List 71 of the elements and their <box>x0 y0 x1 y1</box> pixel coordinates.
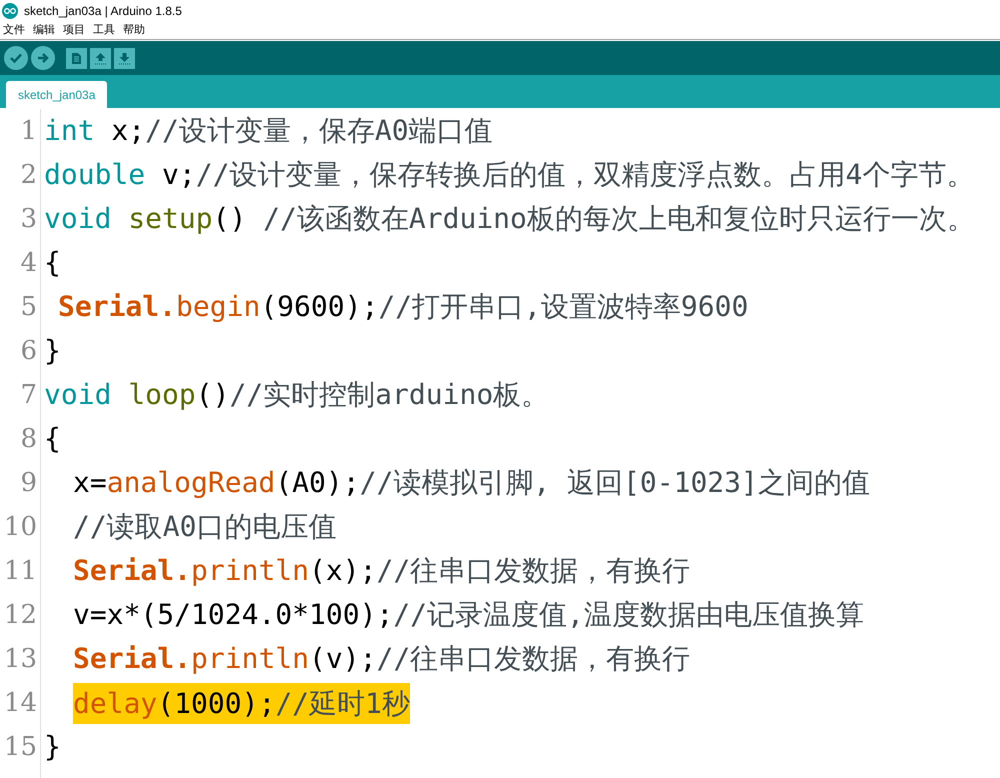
line-number: 4 <box>20 247 37 280</box>
code-token: //实时控制arduino板。 <box>229 377 550 413</box>
code-token: println <box>191 641 310 677</box>
code-token: int <box>44 113 95 149</box>
code-token: begin <box>176 289 260 325</box>
code-token: //延时1秒 <box>275 686 410 722</box>
arrow-button[interactable] <box>31 46 55 70</box>
code-token: x; <box>110 113 146 149</box>
code-token: (v); <box>309 641 376 677</box>
code-token: (x); <box>309 553 376 589</box>
down-arrow-icon <box>118 52 131 64</box>
code-token: () <box>212 201 248 237</box>
check-button[interactable] <box>4 46 28 70</box>
code-token: //读取A0口的电压值 <box>73 509 336 545</box>
code-token: println <box>191 553 310 589</box>
line-number: 3 <box>20 203 37 236</box>
line-number: 8 <box>20 423 37 456</box>
code-token: //读模拟引脚, 返回[0-1023]之间的值 <box>360 465 870 501</box>
code-token: //设计变量，保存A0端口值 <box>145 113 493 149</box>
code-token: //该函数在Arduino板的每次上电和复位时只运行一次。 <box>263 201 975 237</box>
code-token: v=x*(5/1024.0*100); <box>73 597 394 633</box>
menu-item[interactable]: 帮助 <box>123 22 145 39</box>
line-number: 11 <box>4 555 37 588</box>
new-file-button[interactable] <box>66 48 87 68</box>
code-token: //设计变量，保存转换后的值，双精度浮点数。占用4个字节。 <box>196 157 974 193</box>
line-number: 1 <box>20 115 37 148</box>
menu-item[interactable]: 编辑 <box>33 22 55 39</box>
code-token: delay <box>73 686 158 722</box>
code-token: //记录温度值,温度数据由电压值换算 <box>393 597 864 633</box>
line-number: 9 <box>20 467 37 500</box>
code-token: (A0); <box>275 465 360 501</box>
line-number: 14 <box>4 687 37 720</box>
up-arrow-icon <box>94 52 107 64</box>
code-token: () <box>196 377 230 413</box>
code-token: Serial. <box>73 553 192 589</box>
code-token: //往串口发数据，有换行 <box>376 641 690 677</box>
code-token: Serial. <box>58 289 176 325</box>
line-number: 12 <box>4 599 37 632</box>
code-token: setup <box>128 201 213 237</box>
menu-item[interactable]: 工具 <box>93 22 115 39</box>
line-number: 2 <box>20 159 37 192</box>
menu-item[interactable]: 文件 <box>3 22 25 39</box>
code-token: analogRead <box>106 465 276 501</box>
line-number: 15 <box>4 731 37 764</box>
line-number: 7 <box>20 379 37 412</box>
code-token: void <box>44 377 112 413</box>
code-token: //打开串口,设置波特率9600 <box>378 289 748 325</box>
line-number: 5 <box>20 291 37 324</box>
line-number: 13 <box>4 643 37 676</box>
open-button[interactable] <box>90 48 111 68</box>
line-number: 10 <box>4 511 37 544</box>
code-token: x= <box>73 465 107 501</box>
code-token: { <box>44 245 61 281</box>
code-token: Serial. <box>73 641 192 677</box>
code-token: void <box>44 201 112 237</box>
code-token: (9600); <box>260 289 378 325</box>
line-number: 6 <box>20 335 37 368</box>
document-icon <box>71 52 82 64</box>
code-token: } <box>44 729 61 765</box>
code-token: v; <box>161 157 196 193</box>
right-arrow-icon <box>36 51 50 65</box>
code-token: (1000); <box>157 686 276 722</box>
code-token: loop <box>128 377 196 413</box>
code-token: double <box>44 157 146 193</box>
code-token: } <box>44 333 61 369</box>
window-title: sketch_jan03a | Arduino 1.8.5 <box>24 3 182 20</box>
code-token: { <box>44 421 61 457</box>
menu-item[interactable]: 项目 <box>63 22 85 39</box>
save-button[interactable] <box>114 48 135 68</box>
check-icon <box>9 51 23 65</box>
code-token: //往串口发数据，有换行 <box>376 553 690 589</box>
